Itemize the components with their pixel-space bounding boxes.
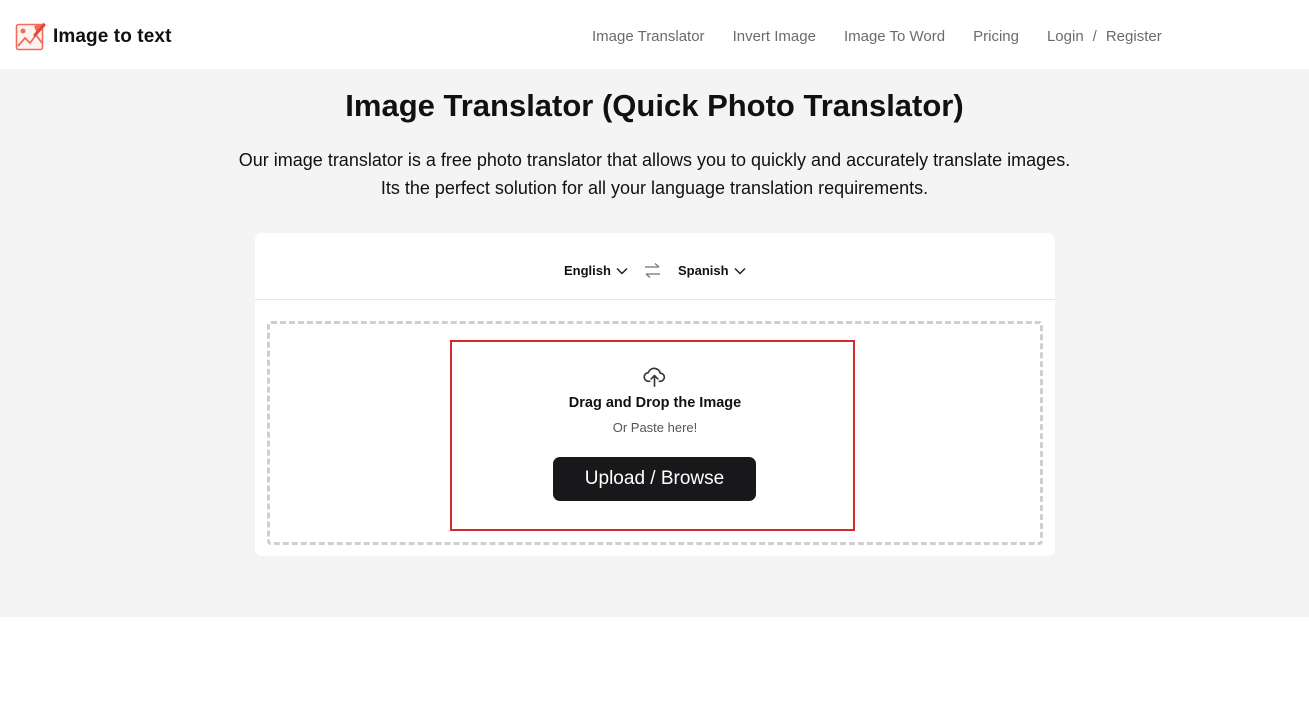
login-link[interactable]: Login [1047,28,1084,45]
source-language-label: English [564,263,611,278]
dropzone-title: Drag and Drop the Image [568,395,742,411]
swap-arrows-icon[interactable] [644,262,661,284]
page-description: Our image translator is a free photo tra… [238,150,1071,198]
language-selector-bar: English Spanish [255,233,1055,300]
cloud-upload-icon[interactable] [643,365,666,393]
nav-pricing[interactable]: Pricing [973,28,1019,45]
target-language-label: Spanish [678,263,729,278]
chevron-down-icon [616,267,628,275]
logo-text: Image to text [53,25,172,47]
target-language-select[interactable]: Spanish [678,263,746,278]
nav-image-translator[interactable]: Image Translator [592,28,705,45]
page-title: Image Translator (Quick Photo Translator… [345,88,964,123]
image-chart-icon [15,21,46,52]
top-navbar: Image to text Image Translator Invert Im… [0,0,1309,69]
login-register-separator: / [1092,28,1097,45]
source-language-select[interactable]: English [564,263,628,278]
nav-image-to-word[interactable]: Image To Word [844,28,945,45]
main-nav: Image Translator Invert Image Image To W… [592,28,1162,45]
site-logo[interactable]: Image to text [15,21,172,52]
upload-browse-button[interactable]: Upload / Browse [553,457,756,501]
chevron-down-icon [734,267,746,275]
nav-invert-image[interactable]: Invert Image [733,28,816,45]
register-link[interactable]: Register [1106,28,1162,45]
dropzone-subtitle: Or Paste here! [612,420,698,435]
